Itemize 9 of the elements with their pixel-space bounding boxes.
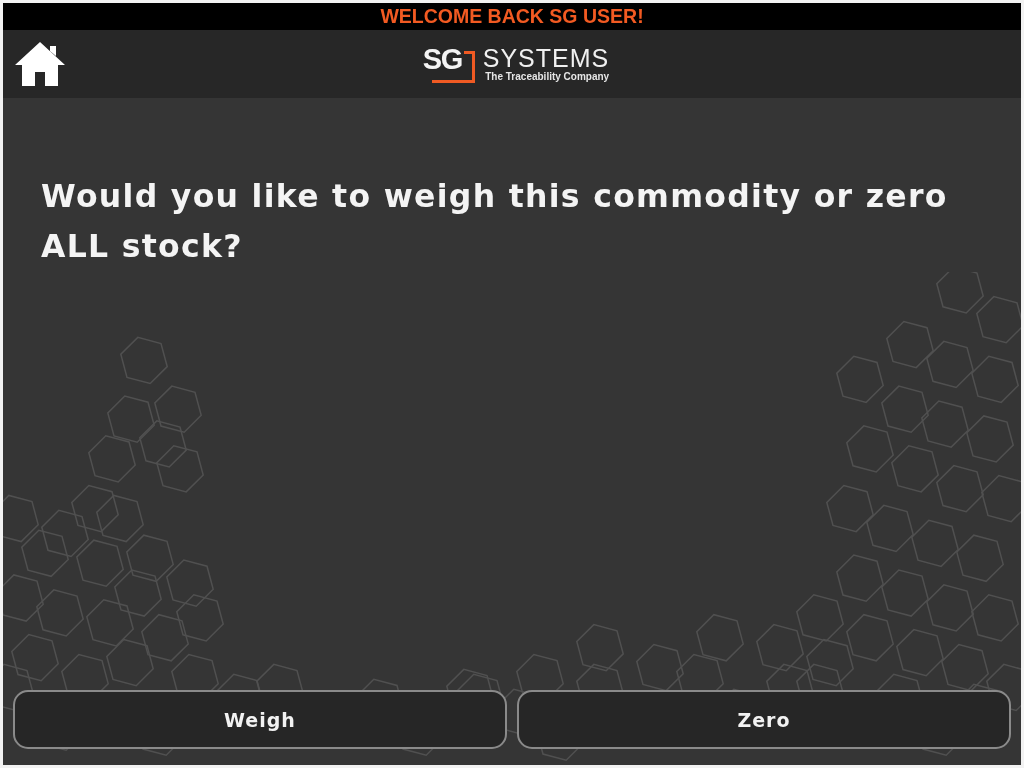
logo-name: SYSTEMS: [482, 45, 610, 71]
action-button[interactable]: Zero: [517, 690, 1011, 749]
logo-mark: SG: [422, 46, 475, 83]
welcome-banner-text: WELCOME BACK SG USER!: [380, 6, 644, 27]
question-text: Would you like to weigh this commodity or zero ALL stock?: [41, 177, 949, 266]
home-button[interactable]: [15, 42, 65, 86]
action-button[interactable]: Weigh: [13, 690, 507, 749]
home-icon: [15, 42, 65, 86]
logo-tagline: The Traceability Company: [485, 71, 610, 83]
